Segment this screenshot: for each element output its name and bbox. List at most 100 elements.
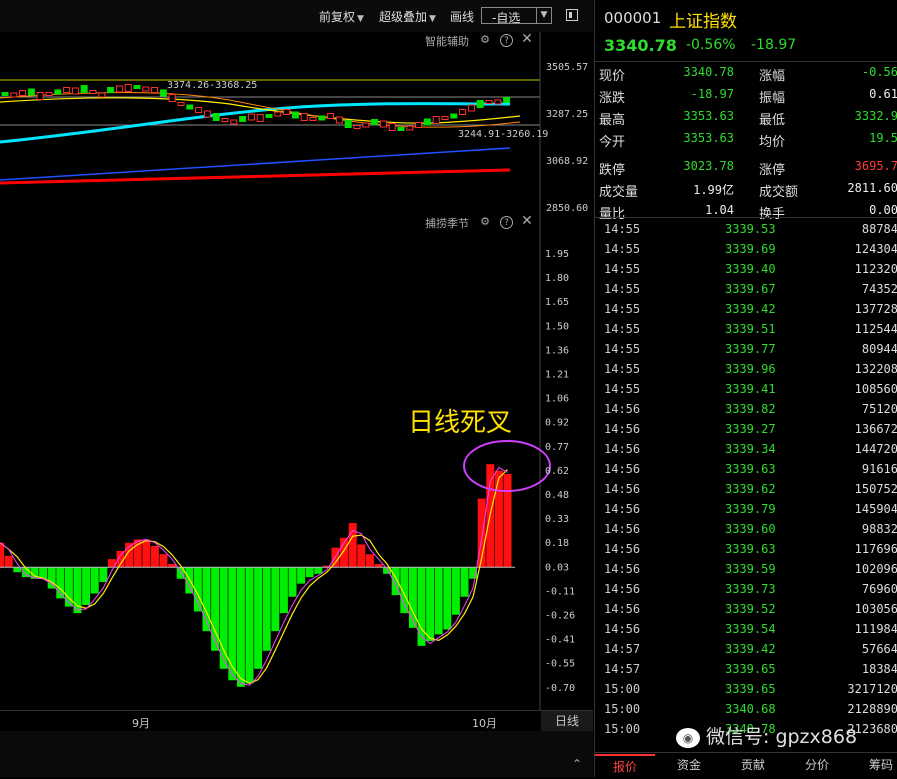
tick-time: 14:56 — [604, 602, 641, 616]
histogram-bar — [47, 567, 56, 589]
tick-volume: 18384 — [861, 662, 897, 676]
stock-code: 000001 — [604, 9, 662, 27]
watchlist-select[interactable]: -自选 ▼ — [481, 7, 552, 25]
tick-price: 3339.59 — [725, 562, 776, 576]
candle — [45, 92, 53, 96]
tick-price: 3339.73 — [725, 582, 776, 596]
histogram-bar — [150, 546, 159, 568]
tick-time: 14:55 — [604, 342, 641, 356]
candle — [309, 117, 317, 121]
quote-row: 现价 3340.78 涨幅 -0.56 — [595, 62, 897, 84]
candle — [1, 92, 9, 96]
tick-row: 15:00 3340.68 2128890 — [595, 699, 897, 719]
overlay-label: 超级叠加 — [379, 10, 428, 24]
quote-value: 2811.60 — [847, 181, 897, 195]
ma-red-line — [0, 168, 511, 185]
candle — [124, 84, 132, 92]
tick-time: 14:57 — [604, 662, 641, 676]
candle — [212, 113, 220, 121]
tick-volume: 108560 — [854, 382, 897, 396]
tick-volume: 3217120 — [847, 682, 897, 696]
tick-volume: 88784 — [861, 222, 897, 236]
histogram-bar — [503, 473, 512, 568]
candle — [239, 116, 247, 122]
candle — [459, 109, 467, 115]
tick-volume: 2128890 — [847, 702, 897, 716]
histogram-bar — [159, 554, 168, 568]
annotation-label: 日线死叉 — [408, 408, 513, 438]
lower-range-label: 3244.91-3260.19 — [458, 129, 549, 140]
tick-row: 14:55 3339.41 108560 — [595, 379, 897, 399]
time-axis: 9月 10月 日线 — [0, 710, 593, 731]
tick-price: 3339.82 — [725, 402, 776, 416]
histogram-bar — [228, 567, 237, 681]
tick-row: 14:55 3339.51 112544 — [595, 319, 897, 339]
tick-time: 14:55 — [604, 262, 641, 276]
tick-time: 14:55 — [604, 322, 641, 336]
y-ticks-group: 1.95 1.80 1.65 1.50 1.36 1.21 1.06 0.92 0.77 0.62… — [545, 249, 575, 694]
expand-up-icon[interactable]: ⌃ — [572, 757, 582, 771]
candle — [476, 100, 484, 108]
tab-0[interactable]: 报价 — [595, 754, 655, 779]
y-tick-label: 0.92 — [545, 418, 569, 429]
tick-row: 14:56 3339.63 117696 — [595, 539, 897, 559]
tab-1[interactable]: 资金 — [659, 754, 719, 777]
y-tick-label: 3287.25 — [546, 109, 589, 120]
tick-price: 3339.53 — [725, 222, 776, 236]
quote-value: 3332.9 — [854, 109, 897, 123]
candle — [397, 127, 405, 131]
tick-row: 14:55 3339.42 137728 — [595, 299, 897, 319]
tick-price: 3339.34 — [725, 442, 776, 456]
candle — [300, 113, 308, 121]
tick-row: 14:55 3339.40 112320 — [595, 259, 897, 279]
histogram-bar — [236, 567, 245, 687]
panel-toggle-icon[interactable] — [566, 9, 578, 21]
candle — [503, 97, 511, 103]
candle — [159, 89, 167, 97]
candle — [485, 100, 493, 104]
tick-price: 3339.67 — [725, 282, 776, 296]
quote-label: 最高 — [599, 113, 626, 128]
tick-price: 3339.62 — [725, 482, 776, 496]
tick-volume: 144720 — [854, 442, 897, 456]
candle — [71, 87, 79, 95]
chevron-down-icon[interactable]: ▼ — [536, 8, 551, 23]
histogram-bar — [0, 542, 5, 568]
quote-label: 今开 — [599, 135, 626, 150]
tick-time: 15:00 — [604, 702, 641, 716]
tick-price: 3339.52 — [725, 602, 776, 616]
histogram-bar — [314, 567, 323, 574]
tick-time: 14:56 — [604, 622, 641, 636]
candle — [265, 114, 273, 118]
quote-label: 现价 — [599, 69, 626, 84]
tick-time: 14:56 — [604, 482, 641, 496]
histogram-bar — [494, 470, 503, 568]
fuquan-dropdown[interactable]: 前复权 ▼ — [319, 8, 364, 25]
candle — [283, 109, 291, 115]
tab-4[interactable]: 筹码 — [851, 754, 897, 777]
tick-volume: 103056 — [854, 602, 897, 616]
quote-label: 振幅 — [759, 91, 786, 106]
tick-time: 15:00 — [604, 682, 641, 696]
indicator-chart-svg: 1.95 1.80 1.65 1.50 1.36 1.21 1.06 0.92 0.77 0.62… — [0, 214, 575, 710]
quote-value: -0.56 — [861, 65, 897, 79]
overlay-dropdown[interactable]: 超级叠加 ▼ — [379, 8, 436, 25]
stock-name: 上证指数 — [669, 12, 737, 32]
candle — [379, 120, 387, 128]
upper-range-label: 3374.26-3368.25 — [167, 80, 258, 91]
period-button[interactable]: 日线 — [541, 711, 593, 731]
tick-time: 14:56 — [604, 542, 641, 556]
histogram-bar — [288, 567, 297, 597]
tick-time: 14:55 — [604, 362, 641, 376]
histogram-bar — [254, 567, 263, 669]
candle — [441, 116, 449, 120]
tick-price: 3339.65 — [725, 682, 776, 696]
tick-row: 14:56 3339.52 103056 — [595, 599, 897, 619]
tick-price: 3339.41 — [725, 382, 776, 396]
chevron-down-icon: ▼ — [429, 14, 436, 24]
tab-3[interactable]: 分价 — [787, 754, 847, 777]
chevron-down-icon: ▼ — [357, 14, 364, 24]
draw-line-button[interactable]: 画线 — [450, 8, 474, 25]
y-tick-label: 1.06 — [545, 394, 569, 405]
tab-2[interactable]: 贡献 — [723, 754, 783, 777]
